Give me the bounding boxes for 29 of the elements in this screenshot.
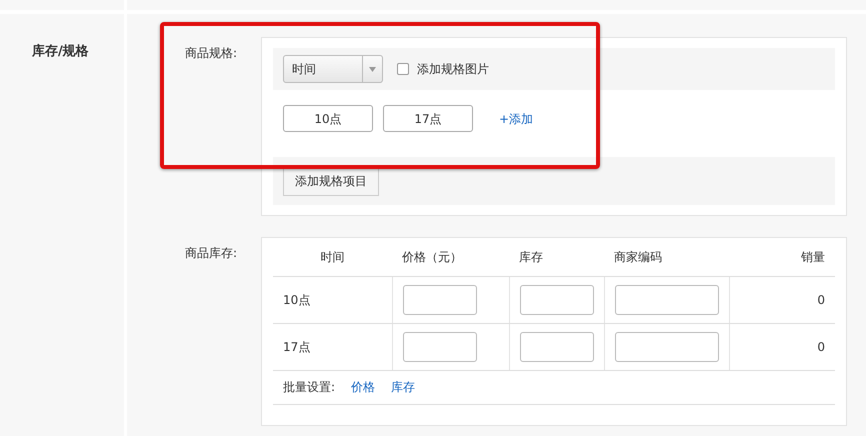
input-field[interactable] xyxy=(520,332,594,362)
spec-select[interactable]: 时间 xyxy=(283,55,383,83)
checkbox[interactable] xyxy=(397,63,409,75)
table-cell: 0 xyxy=(817,292,825,306)
input-field[interactable] xyxy=(402,332,476,362)
add-link[interactable]: +添加 xyxy=(499,110,534,128)
batch-label: 批量设置: xyxy=(283,379,336,396)
table-cell: 10点 xyxy=(283,292,310,306)
field-label: 商品库存: xyxy=(184,246,237,260)
table-cell: 0 xyxy=(817,340,825,354)
batch-link[interactable]: 库存 xyxy=(391,378,416,396)
column-header: 价格（元） xyxy=(402,250,462,264)
input-field[interactable] xyxy=(520,284,594,314)
input-field[interactable] xyxy=(402,284,476,314)
column-header: 商家编码 xyxy=(614,250,662,264)
batch-link[interactable]: 价格 xyxy=(351,378,376,396)
table-cell: 17点 xyxy=(283,340,310,354)
dropdown-arrow-icon xyxy=(369,66,376,72)
field-label: 商品规格: xyxy=(184,46,237,60)
input-field[interactable] xyxy=(614,284,718,314)
input-field[interactable] xyxy=(614,332,718,362)
column-header: 销量 xyxy=(801,250,825,264)
add-spec-button[interactable]: 添加规格项目 xyxy=(283,166,379,196)
section-label: 库存/规格 xyxy=(32,44,89,59)
checkbox-label: 添加规格图片 xyxy=(417,61,489,78)
column-header: 时间 xyxy=(320,250,344,264)
spec-value-field[interactable]: 17点 xyxy=(383,105,473,132)
column-header: 库存 xyxy=(519,250,543,264)
spec-value-field[interactable]: 10点 xyxy=(283,105,373,132)
